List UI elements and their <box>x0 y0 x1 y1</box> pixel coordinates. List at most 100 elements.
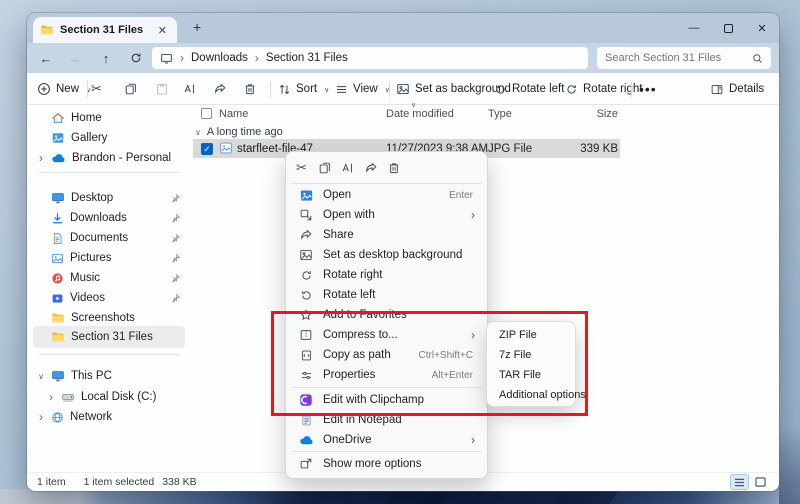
search-input[interactable] <box>605 52 752 64</box>
forward-button[interactable]: → <box>61 43 87 73</box>
sidebar-label: Desktop <box>71 192 114 204</box>
explorer-tab[interactable]: Section 31 Files ✕ <box>33 17 177 43</box>
rotate-left-icon <box>298 289 314 302</box>
new-tab-button[interactable]: + <box>193 19 201 35</box>
sidebar-item-screenshots[interactable]: Screenshots <box>33 308 185 328</box>
sidebar-item-onedrive-personal[interactable]: Brandon - Personal <box>33 148 185 168</box>
more-options-button[interactable]: ••• <box>639 73 657 105</box>
up-button[interactable]: ↑ <box>93 43 119 73</box>
menu-item-open[interactable]: Open Enter <box>290 185 483 205</box>
chevron-right-icon <box>471 206 475 224</box>
onedrive-icon <box>298 434 314 446</box>
sort-button[interactable]: Sort <box>278 73 329 105</box>
sidebar-item-this-pc[interactable]: This PC <box>33 366 185 386</box>
pin-icon <box>170 193 181 204</box>
share-icon <box>298 228 314 242</box>
pin-icon <box>170 213 181 224</box>
gallery-icon <box>51 131 65 145</box>
back-button[interactable]: ← <box>33 43 59 73</box>
menu-item-rotate-right[interactable]: Rotate right <box>290 265 483 285</box>
disk-icon <box>61 390 75 404</box>
copy-button[interactable] <box>124 73 138 105</box>
column-name[interactable]: Name <box>219 108 248 120</box>
sidebar-item-section-31-files[interactable]: Section 31 Files <box>33 326 185 348</box>
menu-item-share[interactable]: Share <box>290 225 483 245</box>
share-button[interactable] <box>213 73 227 105</box>
sidebar-item-gallery[interactable]: Gallery <box>33 128 185 148</box>
select-all-checkbox[interactable] <box>201 108 212 119</box>
chevron-right-icon[interactable] <box>47 390 55 404</box>
column-date-modified[interactable]: Date modified <box>386 108 454 120</box>
sidebar-item-videos[interactable]: Videos <box>33 288 185 308</box>
menu-item-set-as-desktop-background[interactable]: Set as desktop background <box>290 245 483 265</box>
sidebar-item-documents[interactable]: Documents <box>33 228 185 248</box>
sidebar-label: Downloads <box>70 212 127 224</box>
breadcrumb[interactable]: Downloads Section 31 Files <box>152 47 588 69</box>
sidebar-item-local-disk-c[interactable]: Local Disk (C:) <box>33 387 185 407</box>
sidebar-item-downloads[interactable]: Downloads <box>33 208 185 228</box>
tab-close-icon[interactable]: ✕ <box>155 24 170 37</box>
sidebar-label: Gallery <box>71 132 108 144</box>
pin-icon <box>170 273 181 284</box>
file-size: 339 KB <box>580 142 618 155</box>
refresh-button[interactable] <box>123 43 149 73</box>
folder-icon <box>51 330 65 344</box>
view-button[interactable]: View <box>335 73 390 105</box>
details-view-toggle[interactable] <box>730 474 749 490</box>
sidebar-label: This PC <box>71 370 112 382</box>
photo-icon <box>298 188 314 203</box>
videos-icon <box>51 292 64 305</box>
sidebar-label: Network <box>70 411 113 423</box>
details-pane-button[interactable]: Details <box>710 73 764 105</box>
sidebar-item-pictures[interactable]: Pictures <box>33 248 185 268</box>
menu-item-rotate-left[interactable]: Rotate left <box>290 285 483 305</box>
music-icon <box>51 272 64 285</box>
maximize-button[interactable] <box>711 13 745 43</box>
item-count: 1 item <box>37 476 66 488</box>
downloads-icon <box>51 212 64 225</box>
rotate-left-icon <box>494 83 507 96</box>
delete-icon[interactable] <box>386 157 401 179</box>
rotate-right-icon <box>565 83 578 96</box>
cut-button[interactable]: ✂ <box>91 73 102 105</box>
home-icon <box>51 111 65 125</box>
sidebar-label: Screenshots <box>71 312 135 324</box>
row-checkbox-checked[interactable]: ✓ <box>201 143 213 155</box>
breadcrumb-current-folder[interactable]: Section 31 Files <box>266 52 348 64</box>
chevron-right-icon <box>471 431 475 449</box>
sidebar-label: Local Disk (C:) <box>81 391 157 403</box>
rotate-left-button[interactable]: Rotate left <box>494 73 564 105</box>
breadcrumb-downloads[interactable]: Downloads <box>191 52 248 64</box>
rename-icon[interactable] <box>340 157 355 179</box>
paste-button[interactable] <box>155 73 169 105</box>
chevron-right-icon[interactable] <box>37 151 45 165</box>
group-header[interactable]: A long time ago <box>195 126 283 138</box>
chevron-right-icon[interactable] <box>37 410 45 424</box>
column-size[interactable]: Size <box>573 108 618 120</box>
menu-item-show-more-options[interactable]: Show more options <box>290 454 483 474</box>
show-more-icon <box>298 457 314 471</box>
share-icon[interactable] <box>363 157 378 179</box>
copy-icon[interactable] <box>317 157 332 179</box>
search-box[interactable] <box>597 47 771 69</box>
sidebar-item-desktop[interactable]: Desktop <box>33 188 185 208</box>
open-with-icon <box>298 208 314 222</box>
chevron-down-icon[interactable] <box>37 372 45 381</box>
menu-item-onedrive[interactable]: OneDrive <box>290 430 483 450</box>
wallpaper-shape <box>779 425 800 504</box>
cut-icon[interactable]: ✂ <box>294 157 309 179</box>
sort-label: Sort <box>296 83 318 95</box>
new-button[interactable]: New <box>37 73 91 105</box>
ellipsis-icon: ••• <box>639 81 657 97</box>
sidebar-item-home[interactable]: Home <box>33 108 185 128</box>
sidebar-item-music[interactable]: Music <box>33 268 185 288</box>
delete-button[interactable] <box>243 73 257 105</box>
large-thumbnails-view-toggle[interactable] <box>752 475 769 489</box>
rotate-left-label: Rotate left <box>512 83 565 95</box>
close-button[interactable]: ✕ <box>745 13 779 43</box>
column-type[interactable]: Type <box>488 108 512 120</box>
minimize-button[interactable]: — <box>677 13 711 43</box>
menu-item-open-with[interactable]: Open with <box>290 205 483 225</box>
rename-button[interactable] <box>182 73 197 105</box>
sidebar-item-network[interactable]: Network <box>33 407 185 427</box>
